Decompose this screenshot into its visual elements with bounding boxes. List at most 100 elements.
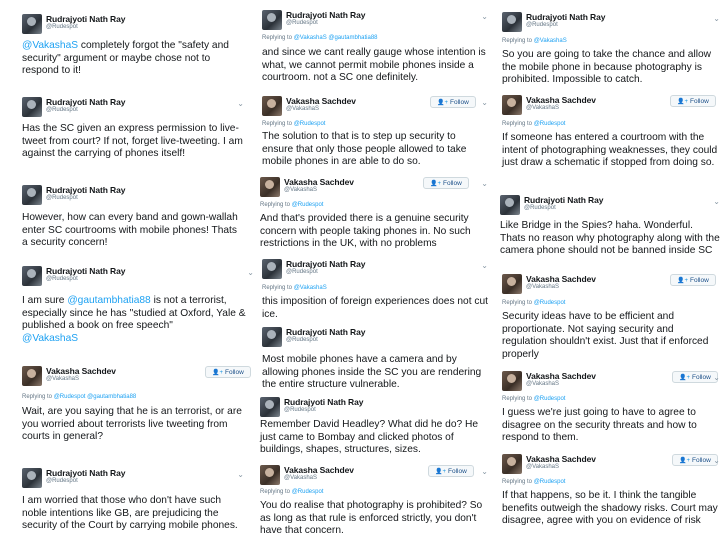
author-handle[interactable]: @Rudespot (286, 337, 318, 343)
author-name[interactable]: Vakasha Sachdev (526, 274, 596, 284)
author-name[interactable]: Rudrajyoti Nath Ray (284, 397, 363, 407)
author-handle[interactable]: @Rudespot (286, 269, 318, 275)
chevron-down-icon[interactable]: ⌄ (237, 470, 244, 479)
avatar[interactable] (502, 371, 522, 391)
author-name[interactable]: Rudrajyoti Nath Ray (286, 10, 365, 20)
chevron-down-icon[interactable]: ⌄ (713, 456, 720, 465)
avatar[interactable] (260, 177, 280, 197)
tweet-text: Like Bridge in the Spies? haha. Wonderfu… (500, 220, 720, 256)
chevron-down-icon[interactable]: ⌄ (713, 373, 720, 382)
author-handle[interactable]: @VakashaS (526, 381, 559, 387)
author-handle[interactable]: @VakashaS (526, 464, 559, 470)
follow-button[interactable]: 👤+ Follow (428, 465, 474, 477)
tweet-text: Security ideas have to be efficient and … (502, 311, 709, 360)
chevron-down-icon[interactable]: ⌄ (247, 268, 254, 277)
tweet: Vakasha Sachdev @VakashaS 👤+ Follow Reply… (502, 95, 720, 183)
follow-button[interactable]: 👤+ Follow (670, 274, 716, 286)
avatar[interactable] (260, 397, 280, 417)
author-name[interactable]: Vakasha Sachdev (526, 371, 596, 381)
avatar[interactable] (502, 95, 522, 115)
chevron-down-icon[interactable]: ⌄ (713, 197, 720, 206)
mention-link[interactable]: @gautambhatia88 (67, 295, 150, 306)
author-name[interactable]: Vakasha Sachdev (284, 177, 354, 187)
author-name[interactable]: Rudrajyoti Nath Ray (526, 12, 605, 22)
author-name[interactable]: Rudrajyoti Nath Ray (46, 266, 125, 276)
follow-button[interactable]: 👤+ Follow (430, 96, 476, 108)
tweet: Vakasha Sachdev @VakashaS 👤+ Follow ⌄ Rep… (502, 454, 720, 546)
author-handle[interactable]: @Rudespot (46, 276, 78, 282)
avatar[interactable] (262, 10, 282, 30)
chevron-down-icon[interactable]: ⌄ (481, 12, 488, 21)
avatar[interactable] (262, 327, 282, 347)
reply-context: Replying to @VakashaS @gautambhatia88 (262, 35, 378, 41)
avatar[interactable] (22, 97, 42, 117)
author-handle[interactable]: @Rudespot (46, 107, 78, 113)
author-name[interactable]: Vakasha Sachdev (286, 96, 356, 106)
chevron-down-icon[interactable]: ⌄ (481, 261, 488, 270)
avatar[interactable] (262, 259, 282, 279)
avatar[interactable] (500, 195, 520, 215)
avatar[interactable] (502, 454, 522, 474)
follow-button[interactable]: 👤+ Follow (672, 454, 718, 466)
author-handle[interactable]: @Rudespot (524, 205, 556, 211)
person-add-icon: 👤+ (212, 370, 223, 376)
follow-button[interactable]: 👤+ Follow (423, 177, 469, 189)
avatar[interactable] (22, 366, 42, 386)
tweet-text: I am sure @gautambhatia88 is not a terro… (22, 295, 246, 344)
avatar[interactable] (22, 14, 42, 34)
author-name[interactable]: Rudrajyoti Nath Ray (286, 259, 365, 269)
person-add-icon: 👤+ (437, 100, 448, 106)
author-name[interactable]: Rudrajyoti Nath Ray (46, 185, 125, 195)
tweet-text: And that's provided there is a genuine s… (260, 213, 471, 249)
avatar[interactable] (502, 274, 522, 294)
chevron-down-icon[interactable]: ⌄ (237, 99, 244, 108)
avatar[interactable] (22, 266, 42, 286)
author-handle[interactable]: @Rudespot (46, 478, 78, 484)
tweet-text: Has the SC given an express permission t… (22, 123, 243, 159)
author-handle[interactable]: @Rudespot (46, 24, 78, 30)
avatar[interactable] (502, 12, 522, 32)
author-handle[interactable]: @Rudespot (526, 22, 558, 28)
avatar[interactable] (22, 468, 42, 488)
author-handle[interactable]: @VakashaS (46, 376, 79, 382)
chevron-down-icon[interactable]: ⌄ (713, 14, 720, 23)
avatar[interactable] (260, 465, 280, 485)
author-name[interactable]: Rudrajyoti Nath Ray (46, 468, 125, 478)
follow-button[interactable]: 👤+ Follow (205, 366, 251, 378)
author-name[interactable]: Rudrajyoti Nath Ray (286, 327, 365, 337)
reply-context: Replying to @Rudespot (260, 202, 324, 208)
follow-button[interactable]: 👤+ Follow (672, 371, 718, 383)
person-add-icon: 👤+ (679, 375, 690, 381)
mention-link[interactable]: @VakashaS (22, 40, 78, 51)
tweet-text: Wait, are you saying that he is an terro… (22, 406, 242, 442)
mention-link[interactable]: @VakashaS (22, 333, 78, 344)
author-handle[interactable]: @Rudespot (286, 20, 318, 26)
tweet-text: I guess we're just going to have to agre… (502, 407, 697, 443)
author-name[interactable]: Rudrajyoti Nath Ray (46, 97, 125, 107)
author-name[interactable]: Rudrajyoti Nath Ray (524, 195, 603, 205)
author-name[interactable]: Vakasha Sachdev (46, 366, 116, 376)
author-handle[interactable]: @VakashaS (526, 105, 559, 111)
author-name[interactable]: Vakasha Sachdev (526, 95, 596, 105)
author-handle[interactable]: @VakashaS (526, 284, 559, 290)
follow-button[interactable]: 👤+ Follow (670, 95, 716, 107)
author-handle[interactable]: @VakashaS (284, 475, 317, 481)
author-name[interactable]: Vakasha Sachdev (284, 465, 354, 475)
author-name[interactable]: Vakasha Sachdev (526, 454, 596, 464)
chevron-down-icon[interactable]: ⌄ (481, 179, 488, 188)
chevron-down-icon[interactable]: ⌄ (481, 467, 488, 476)
chevron-down-icon[interactable]: ⌄ (481, 98, 488, 107)
author-name[interactable]: Rudrajyoti Nath Ray (46, 14, 125, 24)
avatar[interactable] (22, 185, 42, 205)
reply-context: Replying to @Rudespot @gautambhatia88 (22, 394, 137, 400)
tweet: Vakasha Sachdev @VakashaS 👤+ Follow ⌄ Rep… (260, 177, 488, 249)
tweet-text: However, how can every band and gown-wal… (22, 212, 238, 248)
tweet-text: @VakashaS completely forgot the "safety … (22, 40, 229, 76)
author-handle[interactable]: @VakashaS (284, 187, 317, 193)
avatar[interactable] (262, 96, 282, 116)
author-handle[interactable]: @Rudespot (284, 407, 316, 413)
author-handle[interactable]: @VakashaS (286, 106, 319, 112)
tweet-text: Remember David Headley? What did he do? … (260, 419, 479, 455)
author-handle[interactable]: @Rudespot (46, 195, 78, 201)
reply-context: Replying to @Rudespot (502, 479, 566, 485)
